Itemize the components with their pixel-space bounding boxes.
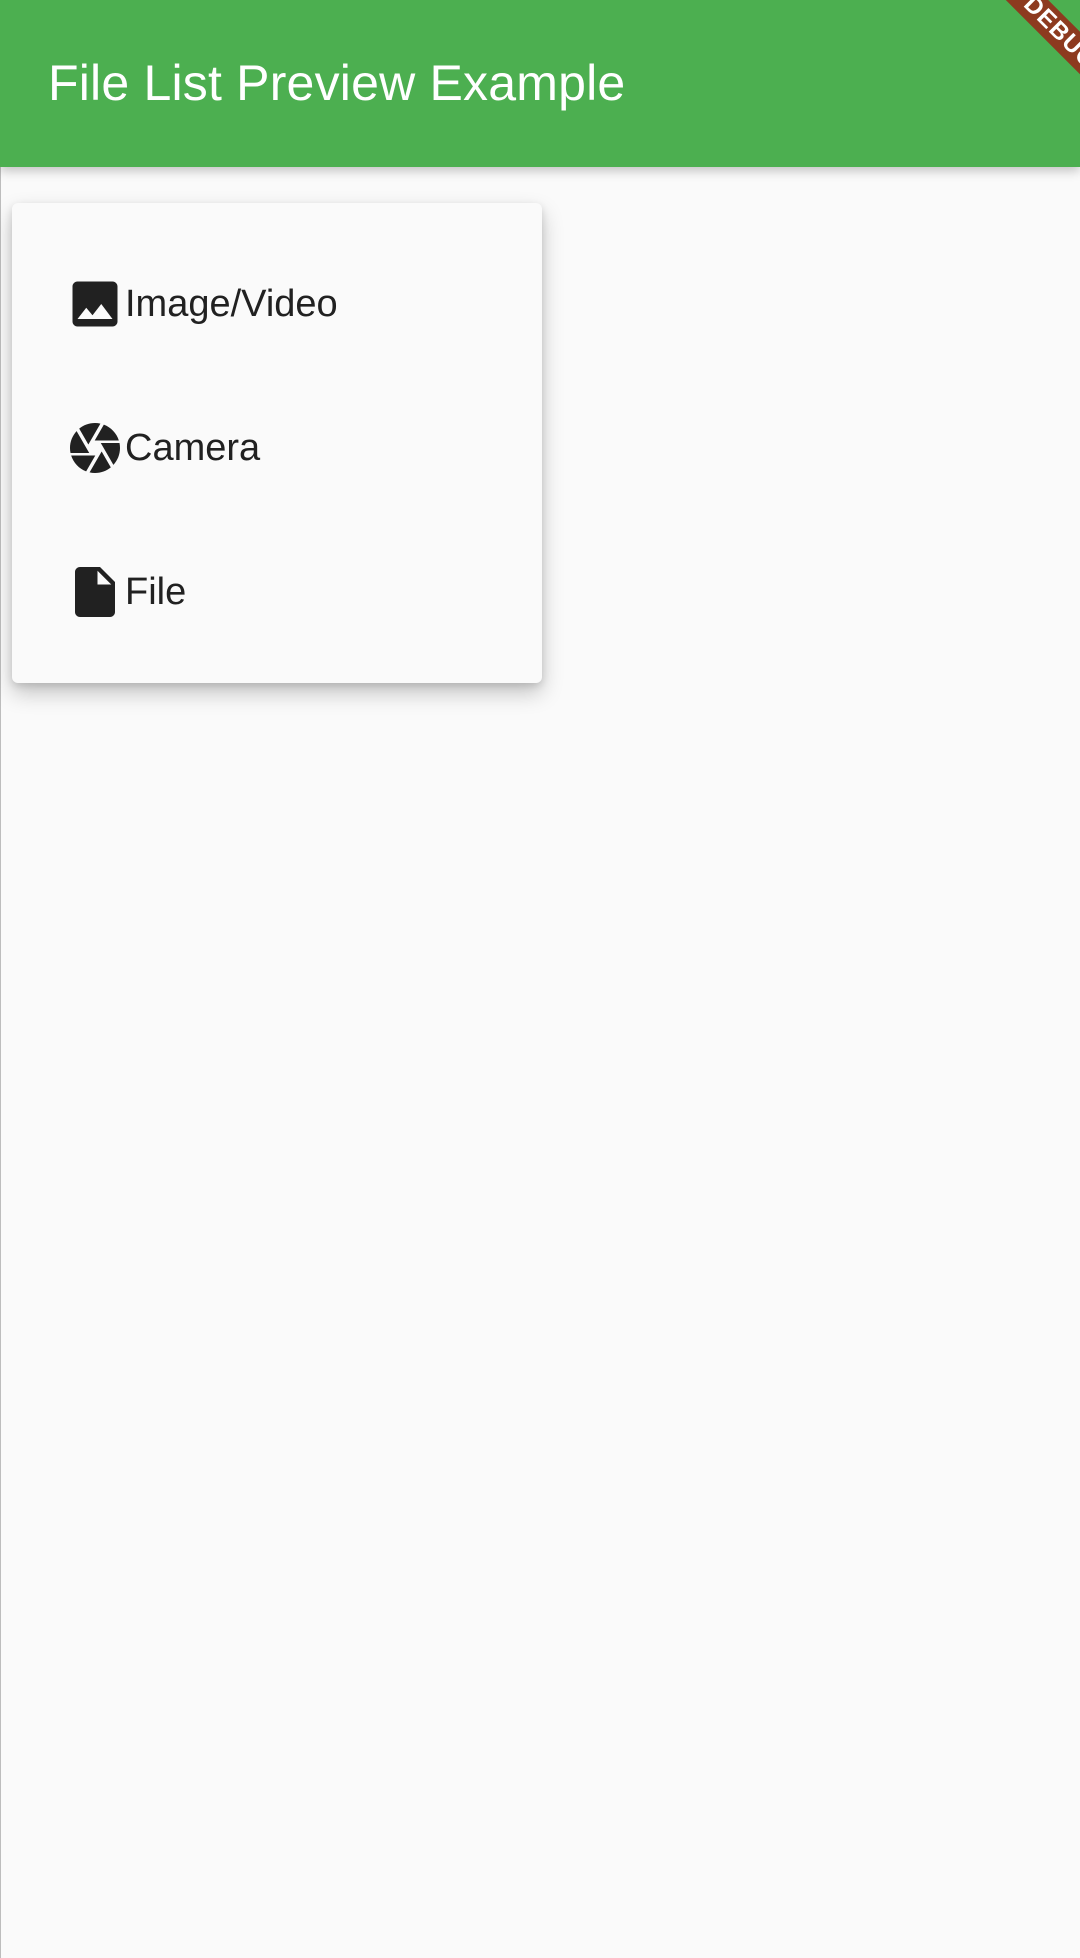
popup-menu: Image/Video Camera File — [12, 203, 542, 683]
debug-banner: DEBUG — [964, 0, 1080, 129]
menu-item-camera[interactable]: Camera — [12, 376, 542, 520]
menu-item-label: Image/Video — [125, 283, 338, 325]
camera-aperture-icon — [65, 418, 125, 478]
menu-item-image-video[interactable]: Image/Video — [12, 232, 542, 376]
app-title: File List Preview Example — [48, 55, 626, 111]
image-icon — [65, 274, 125, 334]
file-icon — [65, 562, 125, 622]
menu-item-label: Camera — [125, 427, 261, 469]
app-bar: File List Preview Example DEBUG — [0, 0, 1080, 167]
left-edge-divider — [0, 167, 1, 1958]
menu-item-label: File — [125, 571, 187, 613]
menu-item-file[interactable]: File — [12, 520, 542, 664]
